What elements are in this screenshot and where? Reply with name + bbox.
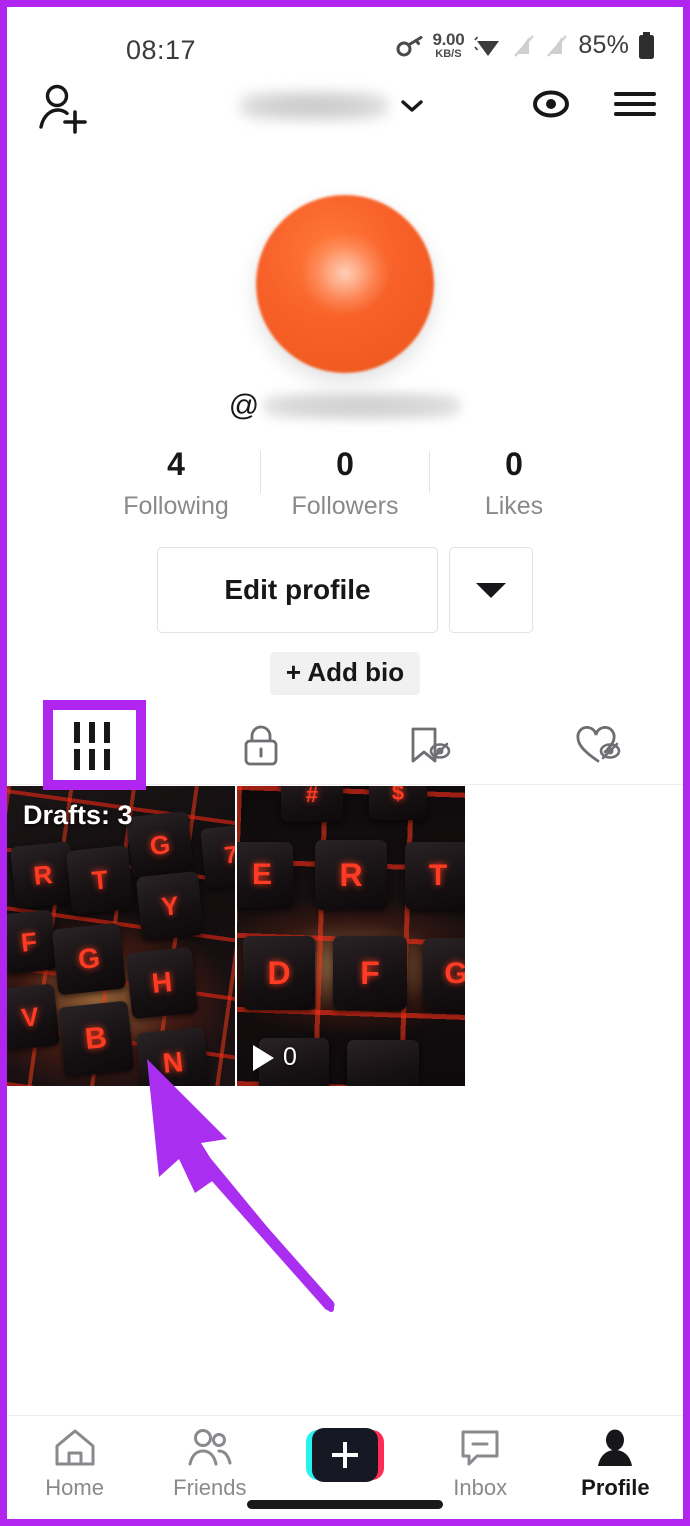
nav-label-friends: Friends — [173, 1475, 247, 1500]
battery-icon — [639, 31, 654, 59]
stat-likes[interactable]: 0 Likes — [430, 445, 598, 521]
nav-item-inbox[interactable]: Inbox — [413, 1428, 548, 1501]
handle-masked — [263, 392, 462, 420]
status-icons: 9.00 KB/S 85% — [396, 31, 655, 60]
chevron-down-icon[interactable] — [399, 97, 425, 115]
status-time: 08:17 — [126, 35, 197, 65]
handle-row: @ — [7, 389, 683, 423]
avatar-container — [7, 195, 683, 373]
lock-icon — [244, 725, 277, 765]
nav-item-create[interactable] — [277, 1428, 412, 1491]
network-speed-unit: KB/S — [435, 48, 462, 60]
tab-private[interactable] — [176, 707, 345, 785]
nav-label-profile: Profile — [581, 1475, 650, 1500]
signal-off-icon — [547, 34, 568, 57]
annotation-highlight-box — [43, 700, 146, 790]
key-icon — [396, 35, 423, 56]
signal-off-icon — [514, 34, 535, 57]
thumbnail-image: G 7 R T Y F G H V B N — [7, 786, 235, 1086]
profile-header — [7, 69, 683, 149]
profile-more-button[interactable] — [449, 547, 533, 633]
following-label: Following — [123, 492, 229, 521]
nav-label-inbox: Inbox — [453, 1475, 508, 1500]
header-actions — [529, 87, 657, 121]
nav-item-home[interactable]: Home — [7, 1428, 142, 1501]
home-icon — [55, 1429, 95, 1466]
create-plus-icon[interactable] — [306, 1428, 384, 1482]
network-speed: 9.00 KB/S — [432, 31, 464, 60]
edit-profile-button[interactable]: Edit profile — [157, 547, 438, 633]
stat-followers[interactable]: 0 Followers — [261, 445, 429, 521]
annotation-arrow — [147, 1059, 335, 1312]
username-masked — [239, 91, 389, 121]
drafts-badge: Drafts: 3 — [23, 800, 133, 830]
at-symbol: @ — [228, 389, 260, 422]
profile-actions: Edit profile — [7, 547, 683, 633]
thumbnail-image: # $ E R T D F G — [237, 786, 465, 1086]
profile-stats: 4 Following 0 Followers 0 Likes — [7, 445, 683, 521]
username-dropdown[interactable] — [239, 91, 425, 121]
status-bar: 08:17 9.00 KB/S 85% — [7, 7, 683, 69]
grid-item-drafts[interactable]: G 7 R T Y F G H V B N Drafts: 3 — [7, 786, 235, 1086]
grid-item-video[interactable]: # $ E R T D F G 0 — [237, 786, 465, 1086]
hamburger-menu-icon[interactable] — [613, 89, 657, 119]
bookmark-hidden-icon — [411, 727, 450, 762]
stat-following[interactable]: 4 Following — [92, 445, 260, 521]
nav-item-profile[interactable]: Profile — [548, 1428, 683, 1501]
battery-percent: 85% — [578, 31, 629, 59]
add-bio-button[interactable]: + Add bio — [269, 652, 421, 695]
wifi-icon — [474, 35, 500, 56]
bio-row: + Add bio — [7, 652, 683, 695]
likes-count: 0 — [505, 446, 523, 482]
heart-hidden-icon — [576, 725, 620, 762]
friends-icon — [188, 1429, 232, 1466]
video-grid: G 7 R T Y F G H V B N Drafts: 3 # $ E R … — [7, 786, 465, 1086]
nav-label-home: Home — [45, 1475, 104, 1500]
followers-label: Followers — [291, 492, 399, 521]
tab-liked[interactable] — [514, 707, 683, 785]
profile-icon — [598, 1429, 633, 1466]
avatar[interactable] — [256, 195, 434, 373]
phone-screen: 08:17 9.00 KB/S 85% @ 4 Following 0 Foll… — [0, 0, 690, 1526]
network-speed-value: 9.00 — [432, 30, 465, 49]
add-user-icon[interactable] — [37, 83, 91, 137]
nav-item-friends[interactable]: Friends — [142, 1428, 277, 1501]
eye-icon[interactable] — [529, 87, 573, 121]
following-count: 4 — [167, 446, 185, 482]
likes-label: Likes — [484, 492, 544, 521]
caret-down-icon — [476, 582, 506, 598]
followers-count: 0 — [336, 446, 354, 482]
tab-saved[interactable] — [345, 707, 514, 785]
home-indicator — [247, 1500, 443, 1509]
inbox-icon — [461, 1430, 499, 1466]
